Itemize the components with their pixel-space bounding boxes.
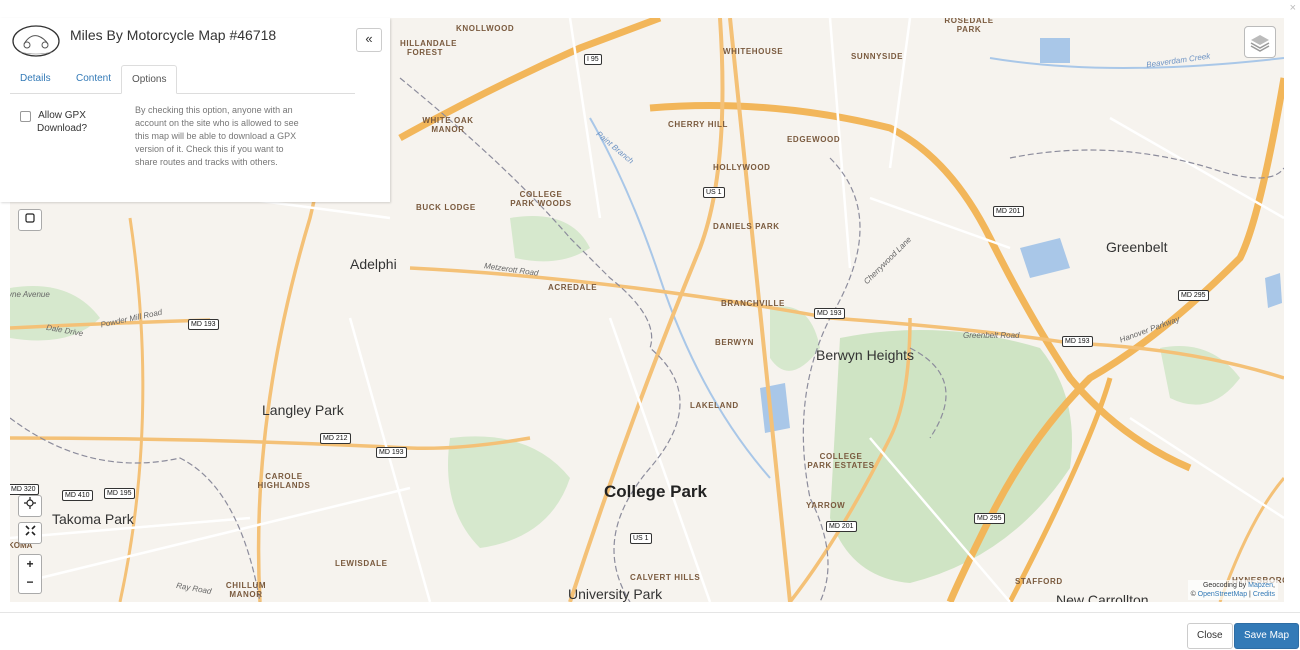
route-shield: MD 295 <box>974 513 1005 524</box>
site-logo-icon <box>12 24 60 58</box>
route-shield: MD 295 <box>1178 290 1209 301</box>
hood-label-buck-lodge: BUCK LODGE <box>416 203 476 212</box>
route-shield: MD 320 <box>10 484 39 495</box>
hood-label-carole-highlands: CAROLE HIGHLANDS <box>257 472 311 490</box>
route-shield: MD 193 <box>1062 336 1093 347</box>
tab-details[interactable]: Details <box>10 65 61 92</box>
allow-gpx-checkbox[interactable] <box>20 111 31 122</box>
route-shield: MD 195 <box>104 488 135 499</box>
street-label-partial: yne Avenue <box>10 290 50 299</box>
credits-link[interactable]: Credits <box>1253 591 1275 598</box>
tab-options[interactable]: Options <box>121 65 178 94</box>
panel-tabs: Details Content Options <box>10 65 355 94</box>
collapse-panel-button[interactable]: « <box>356 28 382 52</box>
attribution-text: © <box>1190 591 1198 598</box>
hood-label-knollwood: KNOLLWOOD <box>456 24 515 33</box>
route-shield: MD 201 <box>993 206 1024 217</box>
street-label-greenbelt-road: Greenbelt Road <box>963 331 1020 340</box>
mapzen-link[interactable]: Mapzen <box>1248 582 1273 589</box>
map-settings-panel: Miles By Motorcycle Map #46718 « Details… <box>0 18 390 202</box>
hood-label-acredale: ACREDALE <box>548 283 598 292</box>
place-label-college-park: College Park <box>604 482 707 501</box>
place-label-langley-park: Langley Park <box>262 402 344 418</box>
hood-label-edgewood: EDGEWOOD <box>787 135 841 144</box>
tab-content[interactable]: Content <box>66 65 121 92</box>
route-shield: US 1 <box>703 187 725 198</box>
hood-label-chillum-manor: CHILLUM MANOR <box>225 581 267 599</box>
route-shield: MD 201 <box>826 521 857 532</box>
place-label-adelphi: Adelphi <box>350 256 397 272</box>
place-label-new-carrollton: New Carrollton <box>1056 592 1149 602</box>
place-label-takoma-park: Takoma Park <box>52 511 134 527</box>
route-shield: MD 193 <box>188 319 219 330</box>
allow-gpx-help-text: By checking this option, anyone with an … <box>135 105 299 167</box>
hood-label-rosedale-park: ROSEDALE PARK <box>944 18 994 34</box>
hood-label-branchville: BRANCHVILLE <box>721 299 785 308</box>
hood-label-stafford: STAFFORD <box>1015 577 1063 586</box>
zoom-out-button[interactable]: − <box>18 573 42 594</box>
route-shield: MD 212 <box>320 433 351 444</box>
hood-label-white-oak-manor: WHITE OAK MANOR <box>422 116 474 134</box>
route-shield: US 1 <box>630 533 652 544</box>
hood-label-hollywood: HOLLYWOOD <box>713 163 771 172</box>
save-map-button[interactable]: Save Map <box>1234 623 1300 649</box>
footer-divider <box>0 612 1300 613</box>
page-title: Miles By Motorcycle Map #46718 <box>70 27 277 43</box>
allow-gpx-label[interactable]: Allow GPX Download? <box>33 109 91 135</box>
hood-label-college-park-estates: COLLEGE PARK ESTATES <box>807 452 875 470</box>
route-shield: MD 193 <box>376 447 407 458</box>
hood-label-berwyn: BERWYN <box>715 338 755 347</box>
hood-label-lakeland: LAKELAND <box>690 401 739 410</box>
hood-label-whitehouse: WHITEHOUSE <box>723 47 784 56</box>
map-attribution: Geocoding by Mapzen, © OpenStreetMap | C… <box>1187 580 1278 600</box>
route-shield: MD 193 <box>814 308 845 319</box>
attribution-text: Geocoding by <box>1202 582 1249 589</box>
square-select-icon[interactable] <box>18 209 42 231</box>
dialog-close-icon[interactable]: × <box>1290 2 1296 14</box>
hood-label-lewisdale: LEWISDALE <box>335 559 388 568</box>
fit-bounds-icon[interactable] <box>18 522 42 544</box>
openstreetmap-link[interactable]: OpenStreetMap <box>1198 591 1247 598</box>
hood-label-yarrow: YARROW <box>806 501 846 510</box>
hood-label-calvert-hills: CALVERT HILLS <box>630 573 701 582</box>
hood-label-hillandale-forest: HILLANDALE FOREST <box>400 39 458 57</box>
place-label-berwyn-heights: Berwyn Heights <box>816 347 915 363</box>
hood-label-daniels-park: DANIELS PARK <box>713 222 780 231</box>
crosshair-icon[interactable] <box>18 495 42 517</box>
place-label-greenbelt: Greenbelt <box>1106 239 1168 255</box>
hood-label-college-park-woods: COLLEGE PARK WOODS <box>510 190 572 208</box>
hood-label-cherry-hill: CHERRY HILL <box>668 120 728 129</box>
layers-icon[interactable] <box>1244 26 1276 58</box>
hood-label-sunnyside: SUNNYSIDE <box>851 52 904 61</box>
route-shield: I 95 <box>584 54 602 65</box>
close-button[interactable]: Close <box>1187 623 1233 649</box>
route-shield: MD 410 <box>62 490 93 501</box>
place-label-university-park: University Park <box>568 586 663 602</box>
